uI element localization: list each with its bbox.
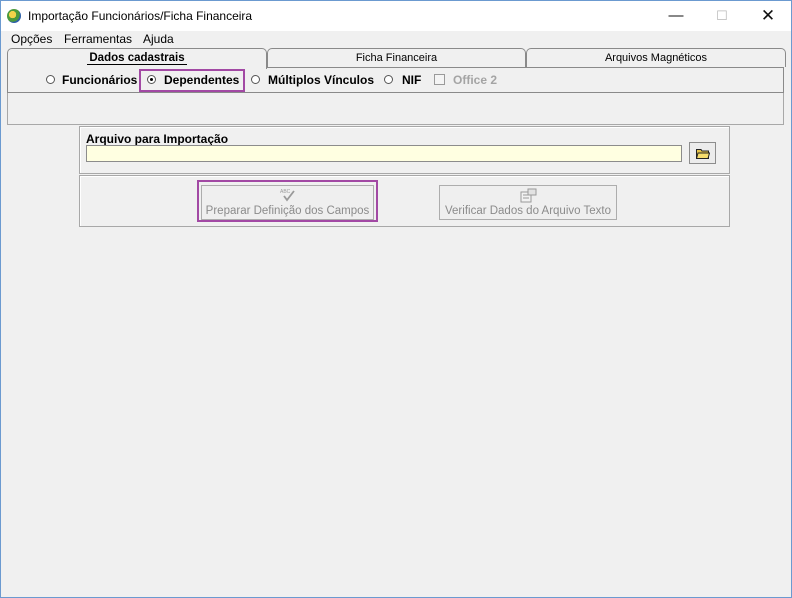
radio-circle bbox=[46, 75, 55, 84]
tab-ficha-financeira[interactable]: Ficha Financeira bbox=[267, 48, 526, 67]
highlight-box-prepare bbox=[197, 180, 378, 222]
radio-circle bbox=[384, 75, 393, 84]
checkbox-box bbox=[434, 74, 445, 85]
tab-dados-cadastrais-label: Dados cadastrais bbox=[87, 52, 187, 65]
highlight-box-dependentes bbox=[139, 69, 245, 92]
radio-label-nif: NIF bbox=[402, 73, 422, 87]
tab-arquivos-magneticos-label: Arquivos Magnéticos bbox=[604, 52, 708, 64]
form-check-icon bbox=[520, 188, 537, 203]
app-window: Importação Funcionários/Ficha Financeira… bbox=[0, 0, 792, 598]
radio-funcionarios[interactable]: Funcionários bbox=[46, 73, 138, 89]
menu-opcoes[interactable]: Opções bbox=[11, 32, 52, 46]
title-bar: Importação Funcionários/Ficha Financeira… bbox=[1, 1, 791, 31]
radio-circle bbox=[251, 75, 260, 84]
folder-open-icon bbox=[696, 149, 710, 159]
tab-ficha-financeira-label: Ficha Financeira bbox=[355, 52, 438, 64]
close-button[interactable]: ✕ bbox=[745, 1, 791, 31]
verify-text-file-label: Verificar Dados do Arquivo Texto bbox=[445, 205, 611, 217]
minimize-button[interactable]: — bbox=[653, 1, 699, 31]
tab-arquivos-magneticos[interactable]: Arquivos Magnéticos bbox=[526, 48, 786, 67]
actions-group bbox=[79, 175, 730, 227]
radio-nif[interactable]: NIF bbox=[384, 73, 426, 89]
import-file-label: Arquivo para Importação bbox=[86, 132, 229, 146]
radio-multiplos-vinculos[interactable]: Múltiplos Vínculos bbox=[251, 73, 376, 89]
radio-label-funcionarios: Funcionários bbox=[62, 73, 138, 87]
app-logo-icon bbox=[7, 9, 21, 23]
menu-ferramentas[interactable]: Ferramentas bbox=[64, 32, 132, 46]
menu-ajuda[interactable]: Ajuda bbox=[143, 32, 174, 46]
blank-panel bbox=[7, 92, 784, 125]
tab-dados-cadastrais[interactable]: Dados cadastrais bbox=[7, 48, 267, 69]
checkbox-label-office-2: Office 2 bbox=[453, 73, 498, 87]
window-title: Importação Funcionários/Ficha Financeira bbox=[28, 9, 253, 23]
maximize-button[interactable]: ☐ bbox=[699, 1, 745, 31]
radio-label-multiplos-vinculos: Múltiplos Vínculos bbox=[268, 73, 375, 87]
verify-text-file-button[interactable]: Verificar Dados do Arquivo Texto bbox=[439, 185, 617, 220]
import-file-input[interactable] bbox=[86, 145, 682, 162]
menu-bar: Opções Ferramentas Ajuda bbox=[1, 31, 791, 47]
checkbox-office-2[interactable]: Office 2 bbox=[434, 73, 504, 89]
browse-file-button[interactable] bbox=[689, 142, 716, 164]
